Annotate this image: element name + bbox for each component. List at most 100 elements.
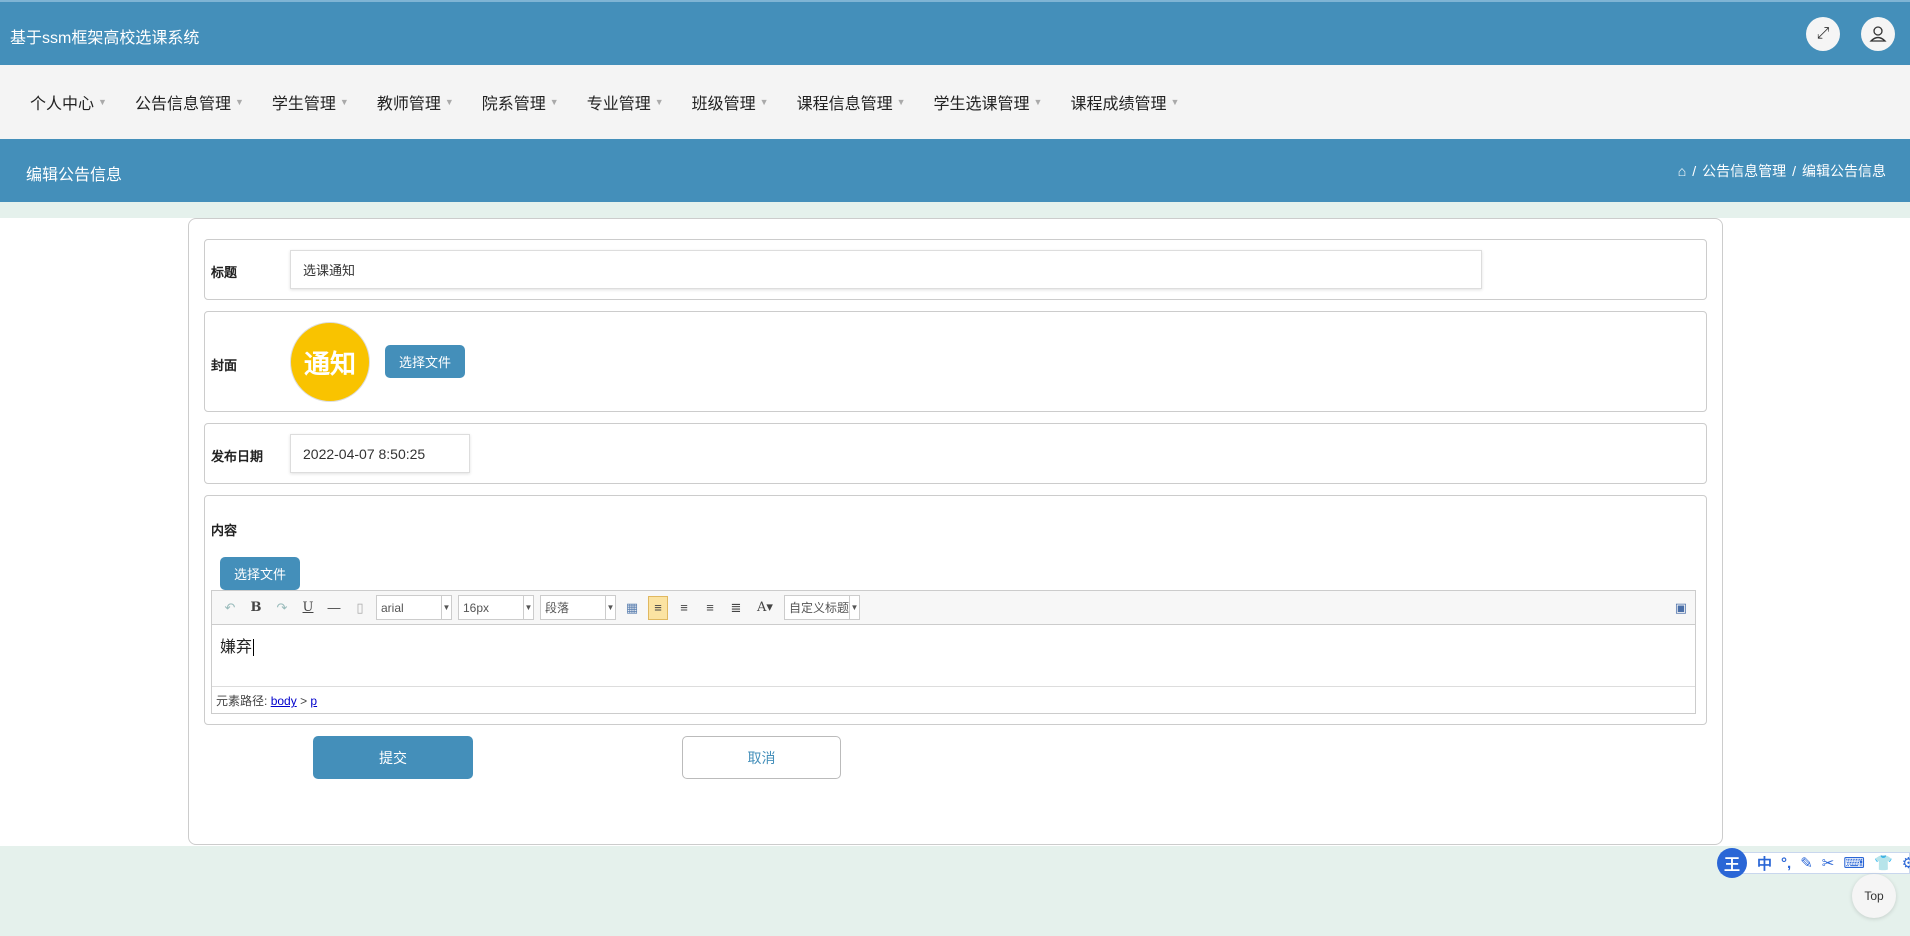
caret-down-icon: ▼	[339, 97, 349, 107]
breadcrumb-sep: /	[1692, 163, 1697, 179]
font-color-icon[interactable]: A▾	[752, 600, 778, 615]
nav-department[interactable]: 院系管理 ▼	[482, 90, 559, 114]
main-nav: 个人中心 ▼ 公告信息管理 ▼ 学生管理 ▼ 教师管理 ▼ 院系管理 ▼ 专业管理 ▼ 班级…	[0, 65, 1910, 139]
ime-chinese-toggle[interactable]: 中	[1757, 853, 1772, 874]
nav-label: 教师管理	[376, 96, 441, 113]
dropdown-arrow-icon: ▼	[523, 596, 533, 619]
undo-icon[interactable]: ↶	[220, 600, 240, 616]
nav-label: 学生管理	[271, 96, 336, 113]
align-left-icon[interactable]: ≡	[648, 595, 668, 620]
font-size-select[interactable]: 16px ▼	[458, 595, 534, 620]
horizontal-rule-icon[interactable]: —	[324, 600, 344, 615]
nav-major[interactable]: 专业管理 ▼	[587, 90, 664, 114]
app-title: 基于ssm框架高校选课系统	[10, 30, 200, 47]
keyboard-icon[interactable]: ⌨	[1843, 854, 1865, 872]
nav-selection[interactable]: 学生选课管理 ▼	[934, 90, 1043, 114]
custom-heading-select[interactable]: 自定义标题 ▼	[784, 595, 860, 620]
back-to-top-button[interactable]: Top	[1852, 874, 1896, 918]
redo-icon[interactable]: ↷	[272, 600, 292, 616]
cover-image: 通知	[290, 322, 370, 402]
nav-course[interactable]: 课程信息管理 ▼	[797, 90, 906, 114]
user-icon	[1869, 26, 1887, 42]
font-family-select[interactable]: arial ▼	[376, 595, 452, 620]
nav-label: 学生选课管理	[933, 96, 1030, 113]
title-row: 标题 选课通知	[204, 239, 1707, 300]
path-sep: >	[300, 694, 308, 708]
editor-body[interactable]: 嫌弃	[212, 625, 1695, 687]
bold-icon[interactable]: B	[246, 600, 266, 615]
ime-logo-icon[interactable]: 王	[1717, 848, 1747, 878]
caret-down-icon: ▼	[1170, 97, 1180, 107]
user-button[interactable]	[1861, 17, 1895, 51]
cover-choose-file-button[interactable]: 选择文件	[385, 345, 465, 378]
dropdown-arrow-icon: ▼	[441, 596, 451, 619]
nav-teacher[interactable]: 教师管理 ▼	[377, 90, 454, 114]
paragraph-select[interactable]: 段落 ▼	[540, 595, 616, 620]
breadcrumb: ⌂ / 公告信息管理 / 编辑公告信息	[1678, 161, 1886, 181]
ime-toolbar: 王 中 °, ✎ ✂ ⌨ 👕 ⚙	[1717, 848, 1910, 878]
cover-row: 封面 通知 选择文件	[204, 311, 1707, 412]
text-cursor	[253, 639, 255, 656]
title-bar: 编辑公告信息 ⌂ / 公告信息管理 / 编辑公告信息	[0, 139, 1910, 202]
app-header: 基于ssm框架高校选课系统 ⤢	[0, 0, 1910, 65]
size-value: 16px	[463, 600, 490, 615]
nav-personal[interactable]: 个人中心 ▼	[30, 90, 107, 114]
caret-down-icon: ▼	[234, 97, 244, 107]
breadcrumb-item[interactable]: 公告信息管理	[1702, 161, 1786, 181]
content-choose-file-button[interactable]: 选择文件	[220, 557, 300, 590]
date-input[interactable]: 2022-04-07 8:50:25	[290, 434, 470, 473]
nav-label: 个人中心	[30, 96, 95, 113]
nav-label: 专业管理	[586, 96, 651, 113]
submit-button[interactable]: 提交	[313, 736, 473, 779]
dropdown-arrow-icon: ▼	[605, 596, 615, 619]
editor-toolbar: ↶ B ↷ U — ▯ arial ▼ 16px ▼ 段落 ▼ ▦ ≡ ≡ ≡ ≣ A…	[212, 591, 1695, 625]
caret-down-icon: ▼	[896, 97, 906, 107]
scissors-icon[interactable]: ✂	[1822, 854, 1835, 872]
pen-icon[interactable]: ✎	[1800, 854, 1813, 872]
nav-label: 院系管理	[481, 96, 546, 113]
nav-notice[interactable]: 公告信息管理 ▼	[135, 90, 244, 114]
content-label: 内容	[211, 523, 238, 538]
underline-icon[interactable]: U	[298, 600, 318, 615]
nav-label: 公告信息管理	[134, 96, 231, 113]
caret-down-icon: ▼	[98, 97, 107, 107]
nav-grades[interactable]: 课程成绩管理 ▼	[1070, 90, 1179, 114]
path-label: 元素路径:	[216, 694, 268, 708]
content-row: 内容 选择文件 ↶ B ↷ U — ▯ arial ▼ 16px ▼ 段落 ▼ ▦ ≡…	[204, 495, 1707, 725]
settings-icon[interactable]: ⚙	[1902, 854, 1910, 872]
nav-label: 课程信息管理	[796, 96, 893, 113]
font-value: arial	[381, 600, 404, 615]
date-row: 发布日期 2022-04-07 8:50:25	[204, 423, 1707, 484]
editor-content: 嫌弃	[220, 639, 253, 656]
cancel-button[interactable]: 取消	[682, 736, 841, 779]
fullscreen-icon[interactable]: ▣	[1675, 600, 1687, 616]
breadcrumb-item: 编辑公告信息	[1802, 163, 1886, 179]
heading-value: 自定义标题	[789, 601, 850, 615]
caret-down-icon: ▼	[654, 97, 664, 107]
align-center-icon[interactable]: ≡	[700, 600, 720, 615]
breadcrumb-sep: /	[1792, 163, 1796, 179]
table-icon[interactable]: ▦	[622, 600, 642, 616]
ime-punctuation-toggle[interactable]: °,	[1781, 855, 1791, 872]
dropdown-arrow-icon: ▼	[849, 596, 859, 619]
align-justify-icon[interactable]: ≣	[726, 600, 746, 616]
expand-icon: ⤢	[1816, 25, 1830, 42]
page-title: 编辑公告信息	[26, 167, 123, 184]
nav-label: 课程成绩管理	[1070, 96, 1167, 113]
caret-down-icon: ▼	[549, 97, 559, 107]
home-icon[interactable]: ⌂	[1678, 163, 1686, 179]
date-label: 发布日期	[211, 449, 264, 464]
document-icon[interactable]: ▯	[350, 600, 370, 616]
title-label: 标题	[211, 265, 238, 280]
fullscreen-button[interactable]: ⤢	[1806, 17, 1840, 51]
title-input[interactable]: 选课通知	[290, 250, 1482, 289]
caret-down-icon: ▼	[444, 97, 454, 107]
element-path: 元素路径: body > p	[212, 687, 1695, 712]
path-body-link[interactable]: body	[271, 694, 297, 708]
path-p-link[interactable]: p	[310, 694, 317, 708]
nav-class[interactable]: 班级管理 ▼	[692, 90, 769, 114]
align-right-icon[interactable]: ≡	[674, 600, 694, 615]
skin-icon[interactable]: 👕	[1874, 854, 1893, 872]
cover-label: 封面	[211, 358, 238, 373]
nav-student[interactable]: 学生管理 ▼	[272, 90, 349, 114]
